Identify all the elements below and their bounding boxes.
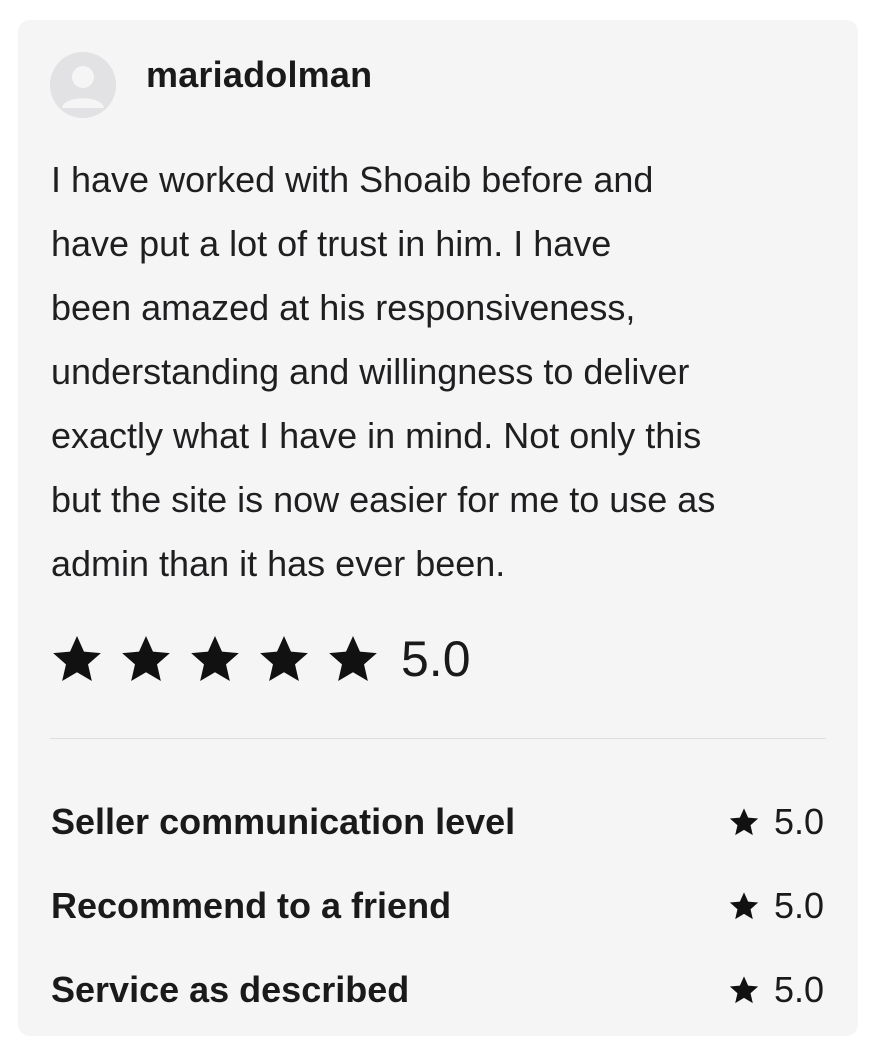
sub-rating-score: 5.0	[728, 801, 824, 843]
overall-rating: 5.0	[50, 624, 471, 694]
sub-rating-label: Service as described	[51, 969, 410, 1010]
sub-rating-communication: Seller communication level 5.0	[51, 780, 824, 864]
sub-rating-label: Recommend to a friend	[51, 885, 452, 926]
sub-rating-value: 5.0	[773, 969, 824, 1010]
star-icon	[122, 636, 170, 682]
sub-rating-value: 5.0	[773, 801, 824, 842]
star-icon	[191, 636, 239, 682]
sub-rating-value: 5.0	[773, 885, 824, 926]
sub-rating-service: Service as described 5.0	[51, 948, 824, 1032]
review-card: mariadolman I have worked with Shoaib be…	[18, 20, 858, 1036]
sub-ratings-list: Seller communication level 5.0 Recommend…	[51, 780, 824, 1032]
star-icon	[729, 808, 759, 836]
reviewer-username[interactable]: mariadolman	[146, 54, 372, 96]
sub-rating-score: 5.0	[728, 885, 824, 927]
star-icon	[729, 892, 759, 920]
review-header: mariadolman	[50, 52, 372, 118]
star-icon	[329, 636, 377, 682]
default-user-avatar-icon[interactable]	[50, 52, 116, 118]
sub-rating-label: Seller communication level	[51, 801, 516, 842]
star-icon	[260, 636, 308, 682]
overall-rating-value: 5.0	[401, 631, 471, 687]
star-icon	[53, 636, 101, 682]
divider	[50, 738, 826, 739]
overall-stars	[50, 632, 395, 686]
sub-rating-recommend: Recommend to a friend 5.0	[51, 864, 824, 948]
review-text: I have worked with Shoaib before and hav…	[51, 159, 716, 584]
star-icon	[729, 976, 759, 1004]
sub-rating-score: 5.0	[728, 969, 824, 1011]
